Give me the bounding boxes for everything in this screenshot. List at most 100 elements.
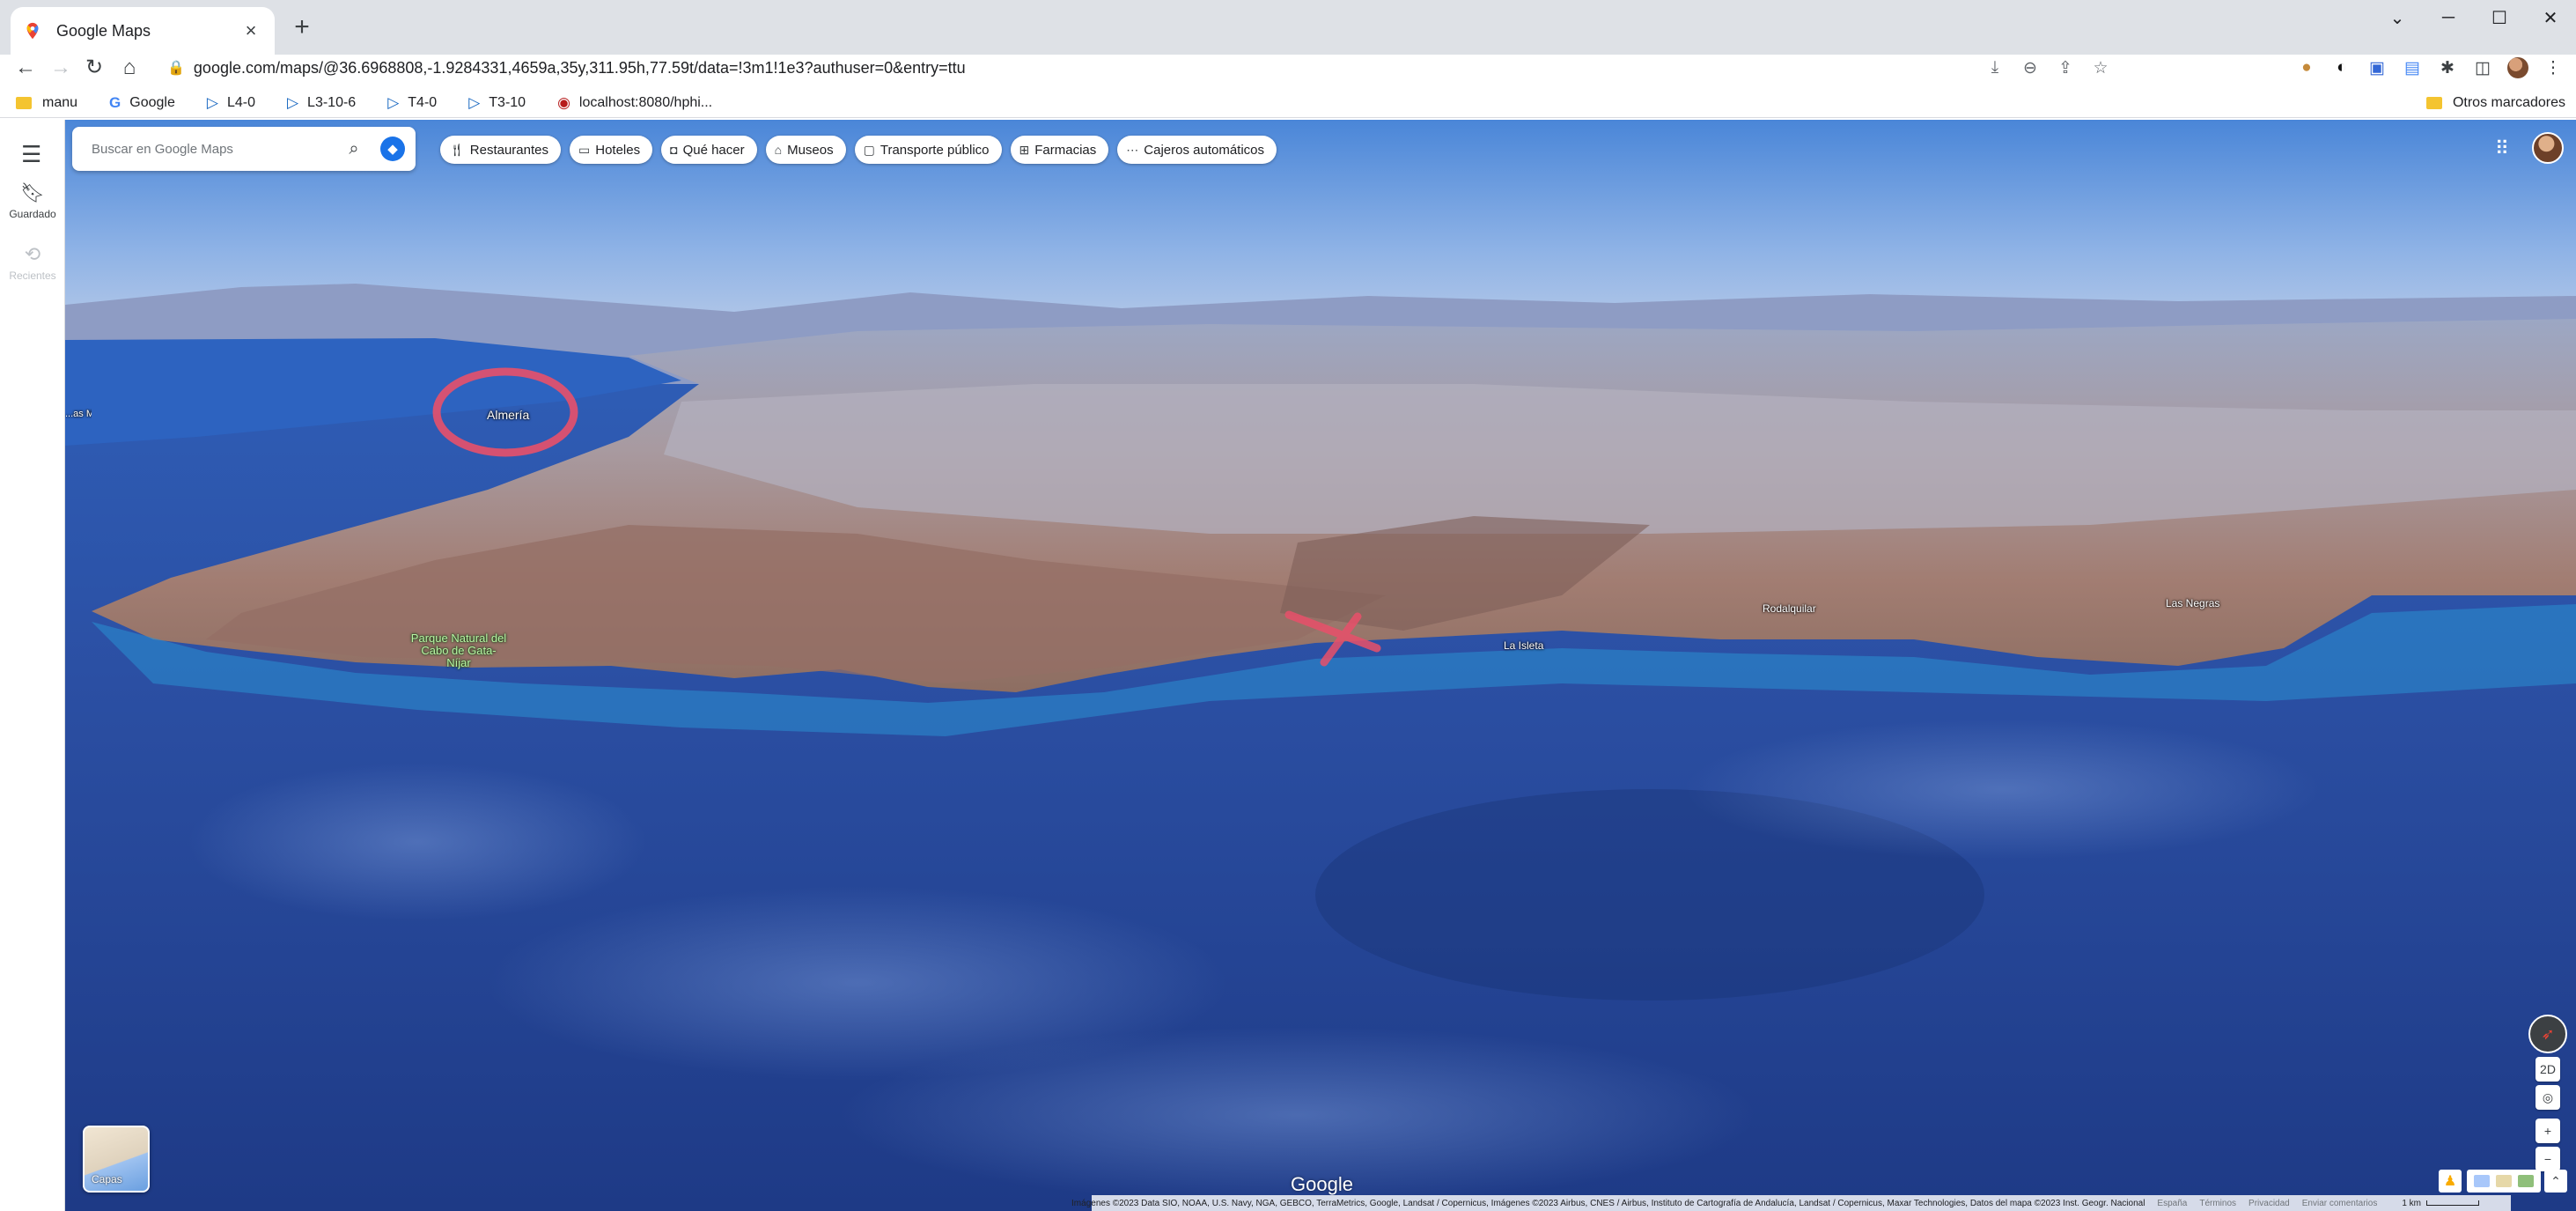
folder-icon	[16, 96, 32, 109]
saved-button[interactable]: 🔖︎ Guardado	[0, 181, 65, 220]
search-input[interactable]: Buscar en Google Maps	[92, 142, 336, 157]
other-bookmarks-label: Otros marcadores	[2452, 95, 2565, 110]
tab-google-maps[interactable]: Google Maps ×	[11, 7, 275, 55]
pegman-icon[interactable]: ♟	[2439, 1170, 2462, 1193]
zoom-icon[interactable]: ⊖	[2013, 55, 2048, 81]
bookmark-logo-icon: ▷	[206, 93, 218, 111]
quick-layers[interactable]	[2467, 1170, 2541, 1193]
url-text[interactable]: google.com/maps/@36.6968808,-1.9284331,4…	[194, 59, 966, 78]
bookmark-star-icon[interactable]: ☆	[2083, 55, 2118, 81]
layers-label: Capas	[92, 1173, 122, 1185]
puzzle-extensions-icon[interactable]: ✱	[2430, 55, 2465, 81]
site-icon: ◉	[557, 93, 570, 111]
recent-button[interactable]: ⟲ Recientes	[0, 243, 65, 282]
privacy-link[interactable]: Privacidad	[2248, 1199, 2290, 1208]
bookmark-google[interactable]: G Google	[109, 94, 175, 112]
category-chips: 🍴︎ Restaurantes ▭ Hoteles ◘ Qué hacer ⌂ Muse…	[440, 136, 1277, 164]
my-location-icon[interactable]: ◎	[2536, 1085, 2560, 1110]
maps-app: ☰ 🔖︎ Guardado ⟲ Recientes Almería ...as …	[0, 120, 2576, 1211]
profile-avatar-icon[interactable]	[2507, 57, 2528, 78]
attribution-bar: Imágenes ©2023 Data SIO, NOAA, U.S. Navy…	[1071, 1195, 2511, 1211]
place-label-left-edge[interactable]: ...as Mar	[65, 409, 92, 419]
zoom-in-button[interactable]: +	[2536, 1119, 2560, 1143]
layers-button[interactable]: Capas	[83, 1126, 150, 1193]
bookmark-t3-10[interactable]: ▷ T3-10	[468, 94, 526, 112]
bookmark-icon: 🔖︎	[20, 181, 45, 203]
view-2d-button[interactable]: 2D	[2536, 1057, 2560, 1082]
share-icon[interactable]: ⇪	[2048, 55, 2083, 81]
terms-link[interactable]: Términos	[2199, 1199, 2236, 1208]
expand-up-icon[interactable]: ⌃	[2544, 1170, 2567, 1193]
close-window-icon[interactable]: ✕	[2525, 0, 2576, 35]
bookmark-label: L4-0	[226, 94, 255, 110]
tab-title: Google Maps	[56, 21, 151, 40]
search-box[interactable]: Buscar en Google Maps ⌕ ◆	[72, 127, 416, 171]
atm-icon: ⋯	[1126, 142, 1139, 157]
chip-hoteles[interactable]: ▭ Hoteles	[570, 136, 653, 164]
terrain-layer-thumb-icon[interactable]	[2495, 1175, 2512, 1187]
chip-farmacias[interactable]: ⊞ Farmacias	[1010, 136, 1109, 164]
place-label-cabo-de-gata[interactable]: Parque Natural del Cabo de Gata-Níjar	[410, 632, 507, 669]
scale-indicator[interactable]: 1 km	[2389, 1199, 2479, 1208]
place-label-las-negras[interactable]: Las Negras	[2166, 597, 2219, 609]
save-extension-icon[interactable]: ▣	[2359, 55, 2395, 81]
cookie-extension-icon[interactable]: ●	[2289, 55, 2324, 81]
back-icon[interactable]: ←	[12, 55, 39, 81]
new-tab-button[interactable]: +	[287, 14, 317, 44]
place-label-la-isleta[interactable]: La Isleta	[1504, 639, 1543, 652]
close-tab-icon[interactable]: ×	[239, 19, 262, 42]
place-label-rodalquilar[interactable]: Rodalquilar	[1763, 602, 1816, 615]
bookmark-label: T4-0	[408, 94, 438, 110]
install-app-icon[interactable]: ⤓	[1977, 55, 2013, 81]
lock-icon[interactable]: 🔒	[167, 59, 185, 77]
browser-menu-icon[interactable]: ⋮	[2536, 55, 2571, 81]
chip-museos[interactable]: ⌂ Museos	[765, 136, 846, 164]
country-link[interactable]: España	[2157, 1199, 2187, 1208]
pharmacy-icon: ⊞	[1019, 142, 1030, 157]
chip-label: Cajeros automáticos	[1144, 142, 1265, 158]
map-layer-thumb-icon[interactable]	[2473, 1175, 2490, 1187]
window-extension-icon[interactable]: ▤	[2395, 55, 2430, 81]
bookmark-t4-0[interactable]: ▷ T4-0	[387, 94, 437, 112]
bookmark-label: localhost:8080/hphi...	[578, 94, 713, 110]
bookmark-l4-0[interactable]: ▷ L4-0	[207, 94, 255, 112]
reload-icon[interactable]: ↻	[81, 55, 107, 81]
bookmark-logo-icon: ▷	[387, 93, 400, 111]
chip-restaurantes[interactable]: 🍴︎ Restaurantes	[440, 136, 561, 164]
bookmark-l3-10-6[interactable]: ▷ L3-10-6	[287, 94, 356, 112]
bookmark-manu[interactable]: manu	[16, 95, 77, 111]
home-icon[interactable]: ⌂	[116, 55, 143, 81]
feedback-link[interactable]: Enviar comentarios	[2302, 1199, 2378, 1208]
minimize-icon[interactable]: ─	[2423, 0, 2474, 35]
place-label-almeria[interactable]: Almería	[487, 408, 529, 422]
forward-icon[interactable]: →	[48, 55, 74, 81]
chip-label: Farmacias	[1034, 142, 1097, 158]
google-apps-icon[interactable]: ⠿	[2495, 137, 2509, 160]
directions-icon[interactable]: ◆	[380, 137, 405, 161]
side-panel-icon[interactable]: ◫	[2465, 55, 2500, 81]
bookmark-localhost[interactable]: ◉ localhost:8080/hphi...	[557, 94, 712, 112]
bookmark-label: manu	[42, 94, 78, 110]
maximize-icon[interactable]: ☐	[2474, 0, 2525, 35]
traffic-layer-thumb-icon[interactable]	[2518, 1175, 2535, 1187]
chip-cajeros-automaticos[interactable]: ⋯ Cajeros automáticos	[1117, 136, 1277, 164]
other-bookmarks[interactable]: Otros marcadores	[2425, 88, 2565, 118]
bookmark-label: T3-10	[489, 94, 526, 110]
google-icon: G	[109, 93, 121, 111]
zoom-out-button[interactable]: −	[2536, 1147, 2560, 1171]
chip-transporte-publico[interactable]: ▢ Transporte público	[854, 136, 1002, 164]
tab-search-icon[interactable]: ⌄	[2372, 0, 2423, 35]
browser-toolbar: ← → ↻ ⌂ 🔒 google.com/maps/@36.6968808,-1…	[0, 55, 2576, 81]
menu-icon[interactable]: ☰	[21, 141, 41, 168]
dark-mode-extension-icon[interactable]: ◐	[2324, 55, 2359, 81]
left-rail: ☰ 🔖︎ Guardado ⟲ Recientes	[0, 120, 65, 1211]
search-icon[interactable]: ⌕	[336, 139, 372, 159]
chip-label: Qué hacer	[682, 142, 745, 158]
google-wordmark: Google	[1291, 1173, 1353, 1195]
address-bar[interactable]: 🔒 google.com/maps/@36.6968808,-1.9284331…	[155, 55, 2118, 81]
account-avatar[interactable]	[2532, 132, 2564, 164]
attribution-text: Imágenes ©2023 Data SIO, NOAA, U.S. Navy…	[1071, 1198, 2145, 1208]
bus-icon: ▢	[863, 142, 875, 157]
chip-que-hacer[interactable]: ◘ Qué hacer	[661, 136, 757, 164]
compass-icon[interactable]: ➶	[2528, 1015, 2567, 1053]
